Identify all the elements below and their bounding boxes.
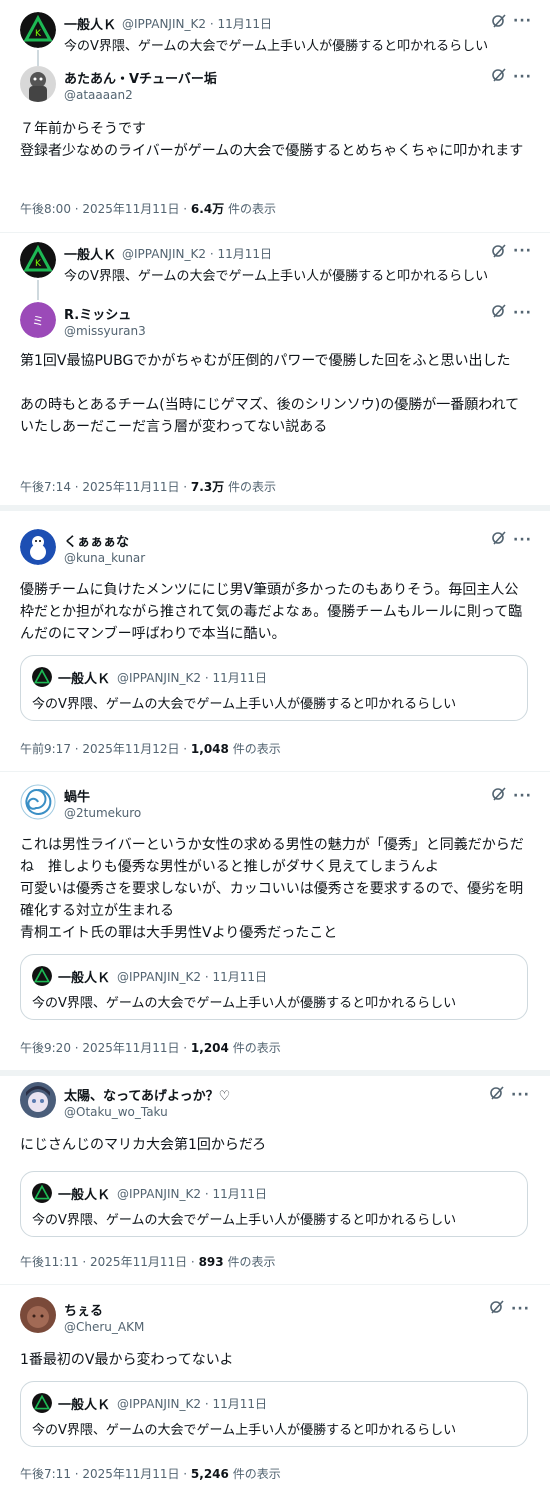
more-icon[interactable]: ··· <box>513 306 532 320</box>
quoted-post-card[interactable]: 一般人Ｋ @IPPANJIN_K2 · 11月11日 今のV界隈、ゲームの大会で… <box>20 954 528 1020</box>
post-meta[interactable]: 午後9:20 · 2025年11月11日 · 1,204 件の表示 <box>20 1039 281 1056</box>
post-text: にじさんじのマリカ大会第1回からだろ <box>20 1137 267 1153</box>
post-meta[interactable]: 午後7:11 · 2025年11月11日 · 5,246 件の表示 <box>20 1465 281 1482</box>
quoted-author-name: 一般人Ｋ <box>58 971 111 986</box>
post-meta[interactable]: 午後8:00 · 2025年11月11日 · 6.4万 件の表示 <box>20 200 276 217</box>
avatar-ippanjin[interactable]: K <box>20 12 56 48</box>
quoted-text: 今のV界隈、ゲームの大会でゲーム上手い人が優勝すると叩かれるらしい <box>32 996 457 1011</box>
reply-text: ７年前からそうです 登録者少なめのライバーがゲームの大会で優勝するとめちゃくちゃ… <box>20 121 524 159</box>
grok-icon[interactable] <box>491 13 507 29</box>
quoted-author-handle: @IPPANJIN_K2 · 11月11日 <box>117 1187 267 1201</box>
quoted-avatar <box>32 667 52 687</box>
original-author-name[interactable]: 一般人Ｋ <box>64 14 116 33</box>
author-handle[interactable]: @kuna_kunar <box>64 551 145 565</box>
quoted-post-card[interactable]: 一般人Ｋ @IPPANJIN_K2 · 11月11日 今のV界隈、ゲームの大会で… <box>20 1381 528 1447</box>
svg-text:ミ: ミ <box>32 314 44 328</box>
quoted-avatar <box>32 966 52 986</box>
quote-post-5: 太陽、なってあげよっか？♡ @Otaku_wo_Taku ··· にじさんじのマ… <box>0 1076 550 1284</box>
quoted-avatar <box>32 1393 52 1413</box>
author-name[interactable]: 太陽、なってあげよっか？♡ <box>64 1085 230 1104</box>
original-author-handle[interactable]: @IPPANJIN_K2 · 11月11日 <box>122 245 272 262</box>
avatar-2tumekuro[interactable] <box>20 784 56 820</box>
quoted-text: 今のV界隈、ゲームの大会でゲーム上手い人が優勝すると叩かれるらしい <box>32 1423 457 1438</box>
avatar-ataaaan[interactable] <box>20 66 56 102</box>
quoted-author-handle: @IPPANJIN_K2 · 11月11日 <box>117 1397 267 1411</box>
original-post-text: 今のV界隈、ゲームの大会でゲーム上手い人が優勝すると叩かれるらしい <box>64 269 489 284</box>
more-icon[interactable]: ··· <box>511 1302 530 1316</box>
avatar-ippanjin[interactable]: K <box>20 242 56 278</box>
grok-icon[interactable] <box>489 1085 505 1101</box>
more-icon[interactable]: ··· <box>513 533 532 547</box>
quoted-author-handle: @IPPANJIN_K2 · 11月11日 <box>117 671 267 685</box>
grok-icon[interactable] <box>491 530 507 546</box>
more-icon[interactable]: ··· <box>513 789 532 803</box>
more-icon[interactable]: ··· <box>513 14 532 28</box>
avatar-kuna[interactable] <box>20 529 56 565</box>
thread-line <box>37 50 39 66</box>
original-author-name[interactable]: 一般人Ｋ <box>64 244 116 263</box>
grok-icon[interactable] <box>489 1299 505 1315</box>
post-text: 優勝チームに負けたメンツににじ男V筆頭が多かったのもありそう。毎回主人公枠だとか… <box>20 582 523 642</box>
post-text: 1番最初のV最から変わってないよ <box>20 1352 234 1368</box>
quoted-post-card[interactable]: 一般人Ｋ @IPPANJIN_K2 · 11月11日 今のV界隈、ゲームの大会で… <box>20 655 528 721</box>
thread-line <box>37 280 39 300</box>
more-icon[interactable]: ··· <box>511 1088 530 1102</box>
grok-icon[interactable] <box>491 303 507 319</box>
post-text: これは男性ライバーというか女性の求める男性の魅力が「優秀」と同義だからだね 推し… <box>20 837 524 941</box>
grok-icon[interactable] <box>491 786 507 802</box>
author-handle[interactable]: @Otaku_wo_Taku <box>64 1105 168 1119</box>
original-post-text: 今のV界隈、ゲームの大会でゲーム上手い人が優勝すると叩かれるらしい <box>64 39 489 54</box>
quote-post-4: 蝸牛 @2tumekuro ··· これは男性ライバーというか女性の求める男性の… <box>0 772 550 1068</box>
quote-post-3: くぁぁぁな @kuna_kunar ··· 優勝チームに負けたメンツににじ男V筆… <box>0 511 550 769</box>
reply-author-name[interactable]: R.ミッシュ <box>64 304 131 323</box>
author-name[interactable]: 蝸牛 <box>64 786 90 805</box>
quote-post-6: ちぇる @Cheru_AKM ··· 1番最初のV最から変わってないよ 一般人Ｋ… <box>0 1285 550 1497</box>
reply-text: 第1回V最協PUBGでかがちゃむが圧倒的パワーで優勝した回をふと思い出した あの… <box>20 353 520 435</box>
more-icon[interactable]: ··· <box>513 70 532 84</box>
avatar-otaku[interactable] <box>20 1082 56 1118</box>
quoted-author-name: 一般人Ｋ <box>58 1398 111 1413</box>
author-name[interactable]: くぁぁぁな <box>64 531 129 550</box>
quoted-text: 今のV界隈、ゲームの大会でゲーム上手い人が優勝すると叩かれるらしい <box>32 1213 457 1228</box>
thread-post-1: K 一般人Ｋ @IPPANJIN_K2 · 11月11日 今のV界隈、ゲームの大… <box>0 0 550 228</box>
post-meta[interactable]: 午後11:11 · 2025年11月11日 · 893 件の表示 <box>20 1253 275 1270</box>
author-handle[interactable]: @2tumekuro <box>64 806 141 820</box>
quoted-post-card[interactable]: 一般人Ｋ @IPPANJIN_K2 · 11月11日 今のV界隈、ゲームの大会で… <box>20 1171 528 1237</box>
quoted-avatar <box>32 1183 52 1203</box>
post-meta[interactable]: 午後7:14 · 2025年11月11日 · 7.3万 件の表示 <box>20 478 276 495</box>
avatar-missyuran[interactable]: ミ <box>20 302 56 338</box>
more-icon[interactable]: ··· <box>513 244 532 258</box>
reply-author-handle[interactable]: @missyuran3 <box>64 324 146 338</box>
reply-author-name[interactable]: あたあん・Vチューバー垢 <box>64 68 217 87</box>
quoted-author-handle: @IPPANJIN_K2 · 11月11日 <box>117 970 267 984</box>
reply-author-handle[interactable]: @ataaaan2 <box>64 88 133 102</box>
quoted-author-name: 一般人Ｋ <box>58 672 111 687</box>
quoted-text: 今のV界隈、ゲームの大会でゲーム上手い人が優勝すると叩かれるらしい <box>32 697 457 712</box>
thread-post-2: K 一般人Ｋ @IPPANJIN_K2 · 11月11日 今のV界隈、ゲームの大… <box>0 232 550 502</box>
grok-icon[interactable] <box>491 67 507 83</box>
author-handle[interactable]: @Cheru_AKM <box>64 1320 144 1334</box>
avatar-cheru[interactable] <box>20 1297 56 1333</box>
author-name[interactable]: ちぇる <box>64 1300 103 1319</box>
grok-icon[interactable] <box>491 243 507 259</box>
original-author-handle[interactable]: @IPPANJIN_K2 · 11月11日 <box>122 15 272 32</box>
quoted-author-name: 一般人Ｋ <box>58 1188 111 1203</box>
post-meta[interactable]: 午前9:17 · 2025年11月12日 · 1,048 件の表示 <box>20 740 281 757</box>
